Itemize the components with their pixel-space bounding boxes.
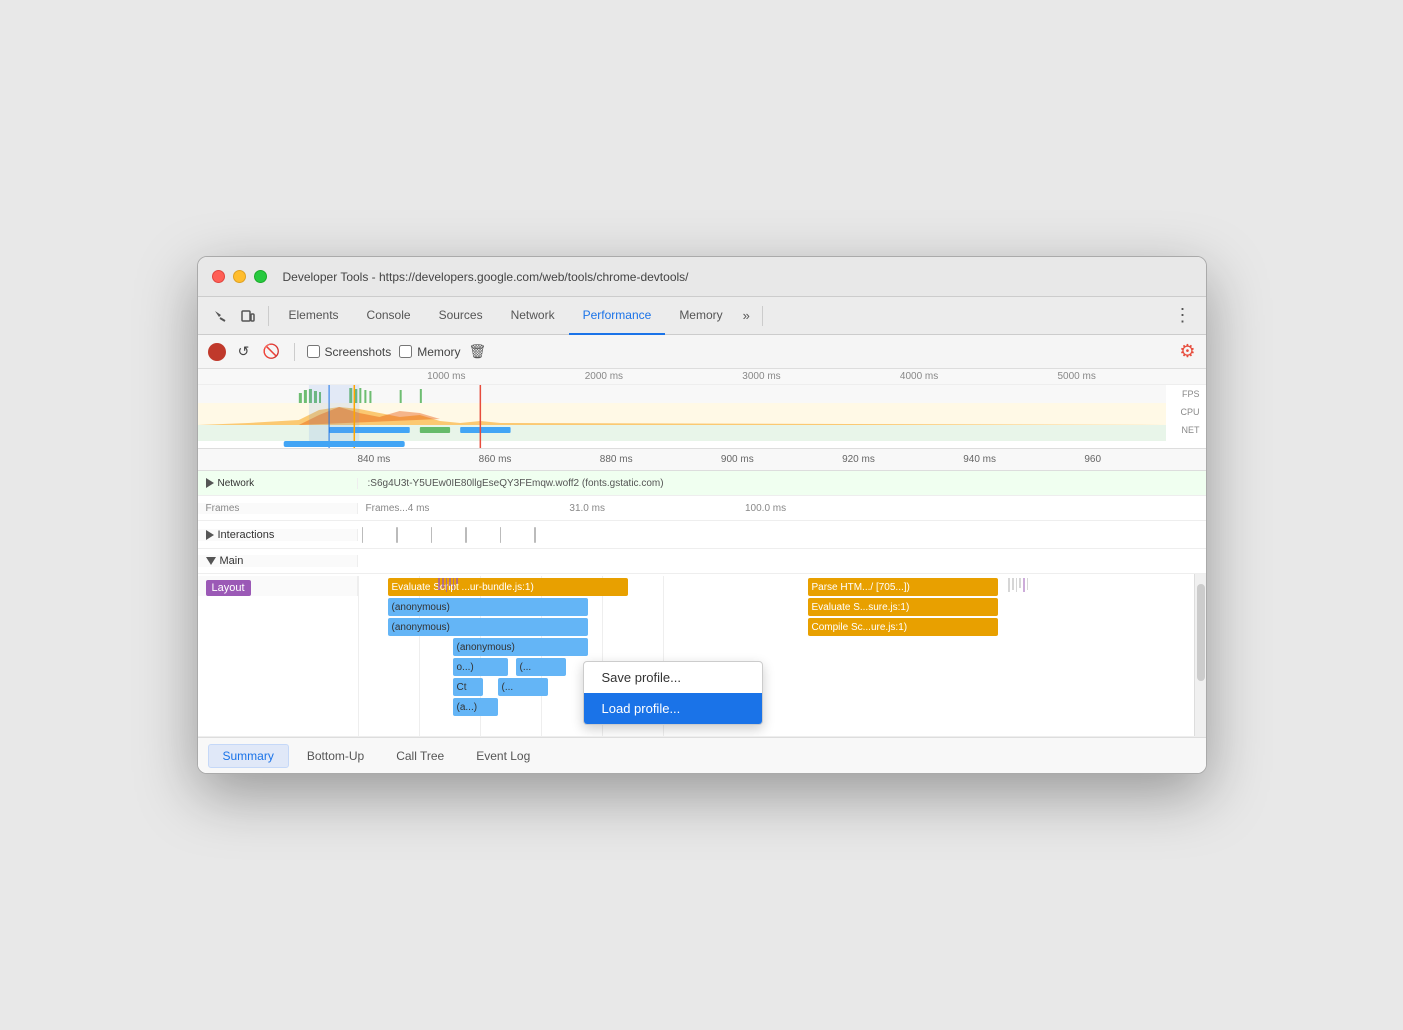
- main-content: Network :S6g4U3t-Y5UEw0IE80llgEseQY3FEmq…: [198, 471, 1206, 773]
- network-expand-icon[interactable]: [206, 478, 214, 488]
- flame-block-anon-3[interactable]: (anonymous): [453, 638, 588, 656]
- flame-block-parse[interactable]: Parse HTM.../ [705...]): [808, 578, 998, 596]
- tab-summary[interactable]: Summary: [208, 744, 289, 768]
- frames-content-1: Frames...4 ms: [366, 503, 430, 514]
- scrollbar[interactable]: [1194, 574, 1206, 736]
- bottom-tabs: Summary Bottom-Up Call Tree Event Log: [198, 737, 1206, 773]
- stop-button[interactable]: 🚫: [262, 342, 282, 362]
- detail-ruler-marks: 840 ms 860 ms 880 ms 900 ms 920 ms 940 m…: [358, 454, 1206, 465]
- network-track: Network :S6g4U3t-Y5UEw0IE80llgEseQY3FEmq…: [198, 471, 1206, 496]
- detail-ruler: 840 ms 860 ms 880 ms 900 ms 920 ms 940 m…: [198, 449, 1206, 471]
- main-track-content[interactable]: [358, 549, 1206, 573]
- network-content-text: :S6g4U3t-Y5UEw0IE80llgEseQY3FEmqw.woff2 …: [362, 478, 670, 489]
- tab-menu-button[interactable]: ⋮: [1168, 305, 1198, 326]
- more-tabs-button[interactable]: »: [737, 308, 756, 323]
- tab-event-log[interactable]: Event Log: [462, 745, 544, 767]
- tab-memory[interactable]: Memory: [665, 297, 736, 335]
- context-menu: Save profile... Load profile...: [583, 661, 763, 725]
- detail-mark-3: 900 ms: [721, 454, 842, 465]
- layout-mini-bars: [438, 578, 458, 592]
- memory-checkbox-label[interactable]: Memory: [399, 345, 460, 359]
- memory-checkbox[interactable]: [399, 345, 412, 358]
- toolbar-divider-1: [294, 343, 295, 361]
- flame-block-evaluate-s[interactable]: Evaluate S...sure.js:1): [808, 598, 998, 616]
- flame-block-ct[interactable]: Ct: [453, 678, 483, 696]
- timeline-ruler: 1000 ms 2000 ms 3000 ms 4000 ms 5000 ms: [198, 369, 1206, 385]
- detail-mark-2: 880 ms: [600, 454, 721, 465]
- right-stripe-bars: [1008, 578, 1028, 592]
- interactions-expand-icon[interactable]: [206, 530, 214, 540]
- interactions-track-label: Interactions: [198, 529, 358, 541]
- close-button[interactable]: [212, 270, 225, 283]
- devtools-window: Developer Tools - https://developers.goo…: [197, 256, 1207, 774]
- context-menu-save[interactable]: Save profile...: [584, 662, 762, 693]
- layout-label: Layout: [206, 580, 251, 596]
- main-track-label: Main: [198, 555, 358, 567]
- main-track: Main: [198, 549, 1206, 574]
- scrollbar-thumb[interactable]: [1197, 584, 1205, 681]
- detail-mark-4: 920 ms: [842, 454, 963, 465]
- flame-block-a[interactable]: (a...): [453, 698, 498, 716]
- clear-button[interactable]: 🗑: [469, 343, 487, 360]
- frames-track-label: Frames: [198, 503, 358, 514]
- detail-mark-1: 860 ms: [479, 454, 600, 465]
- settings-button[interactable]: ⚙: [1179, 341, 1195, 362]
- toolbar: ↺ 🚫 Screenshots Memory 🗑 ⚙: [198, 335, 1206, 369]
- interactions-track-content[interactable]: [358, 523, 1206, 547]
- network-track-content[interactable]: :S6g4U3t-Y5UEw0IE80llgEseQY3FEmqw.woff2 …: [358, 471, 1206, 495]
- tab-divider: [268, 306, 269, 326]
- flame-block-anon-2[interactable]: (anonymous): [388, 618, 588, 636]
- timeline-chart-svg: [198, 385, 1166, 449]
- detail-mark-6: 960: [1084, 454, 1205, 465]
- tab-bar: Elements Console Sources Network Perform…: [198, 297, 1206, 335]
- reload-button[interactable]: ↺: [234, 342, 254, 362]
- screenshots-checkbox-label[interactable]: Screenshots: [307, 345, 392, 359]
- tab-elements[interactable]: Elements: [275, 297, 353, 335]
- ruler-mark-4: 4000 ms: [840, 371, 998, 382]
- timeline-overview[interactable]: 1000 ms 2000 ms 3000 ms 4000 ms 5000 ms: [198, 369, 1206, 449]
- screenshots-checkbox[interactable]: [307, 345, 320, 358]
- tab-divider-2: [762, 306, 763, 326]
- ruler-mark-1: 1000 ms: [368, 371, 526, 382]
- network-track-label: Network: [198, 478, 358, 489]
- detail-mark-0: 840 ms: [358, 454, 479, 465]
- context-menu-load[interactable]: Load profile...: [584, 693, 762, 724]
- tab-call-tree[interactable]: Call Tree: [382, 745, 458, 767]
- window-title: Developer Tools - https://developers.goo…: [283, 270, 689, 284]
- interactions-track: Interactions: [198, 521, 1206, 549]
- layout-track-label: Layout: [198, 576, 358, 596]
- tab-sources[interactable]: Sources: [425, 297, 497, 335]
- cpu-label: CPU: [1180, 407, 1199, 417]
- device-toggle-icon[interactable]: [234, 302, 262, 330]
- detail-mark-5: 940 ms: [963, 454, 1084, 465]
- tab-network[interactable]: Network: [497, 297, 569, 335]
- timeline-chart-area[interactable]: FPS CPU NET: [198, 385, 1206, 449]
- flame-block-anon-1[interactable]: (anonymous): [388, 598, 588, 616]
- minimize-button[interactable]: [233, 270, 246, 283]
- frames-track-content: Frames...4 ms 31.0 ms 100.0 ms: [358, 496, 1206, 520]
- tab-console[interactable]: Console: [353, 297, 425, 335]
- frames-content-2: 31.0 ms: [569, 503, 605, 514]
- flame-block-o[interactable]: o...): [453, 658, 508, 676]
- record-button[interactable]: [208, 343, 226, 361]
- tab-performance[interactable]: Performance: [569, 297, 666, 335]
- layout-track-content[interactable]: Evaluate Script ...ur-bundle.js:1) (anon…: [358, 576, 1206, 736]
- fps-label: FPS: [1182, 389, 1200, 399]
- frames-track: Frames Frames...4 ms 31.0 ms 100.0 ms: [198, 496, 1206, 521]
- maximize-button[interactable]: [254, 270, 267, 283]
- flame-block-paren-1[interactable]: (...: [516, 658, 566, 676]
- flame-block-compile[interactable]: Compile Sc...ure.js:1): [808, 618, 998, 636]
- frames-content-3: 100.0 ms: [745, 503, 786, 514]
- layout-track: Layout Evaluate Script ...ur-bundle.js:1…: [198, 574, 1206, 737]
- inspect-icon[interactable]: [206, 302, 234, 330]
- title-bar: Developer Tools - https://developers.goo…: [198, 257, 1206, 297]
- ruler-mark-5: 5000 ms: [998, 371, 1156, 382]
- flame-block-evaluate[interactable]: Evaluate Script ...ur-bundle.js:1): [388, 578, 628, 596]
- ruler-mark-3: 3000 ms: [683, 371, 841, 382]
- ruler-mark-2: 2000 ms: [525, 371, 683, 382]
- flame-block-paren-2[interactable]: (...: [498, 678, 548, 696]
- net-label: NET: [1182, 425, 1200, 435]
- tab-bottom-up[interactable]: Bottom-Up: [293, 745, 378, 767]
- main-collapse-icon[interactable]: [206, 557, 216, 565]
